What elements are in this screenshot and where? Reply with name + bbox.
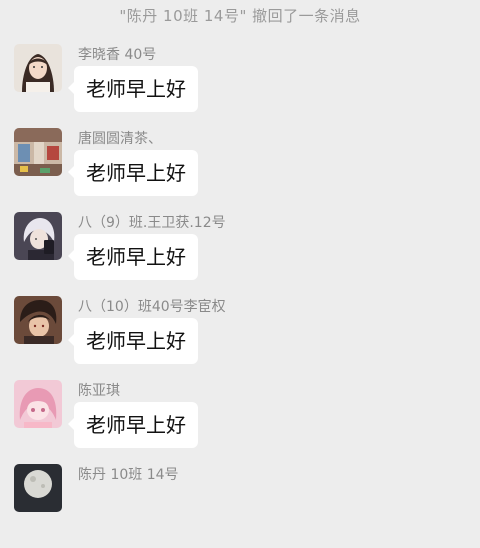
sender-name: 陈丹 10班 14号 xyxy=(78,467,179,483)
chat-message: 唐圆圆清茶、 老师早上好 xyxy=(14,128,474,212)
sender-name: 李晓香 40号 xyxy=(78,47,157,63)
message-bubble[interactable]: 老师早上好 xyxy=(68,150,198,196)
sender-name: 八（10）班40号李宦权 xyxy=(78,299,226,315)
moon-avatar[interactable] xyxy=(14,464,62,512)
recall-notice: "陈丹 10班 14号" 撤回了一条消息 xyxy=(119,7,361,25)
white-hair-character-avatar[interactable] xyxy=(14,212,62,260)
message-bubble[interactable]: 老师早上好 xyxy=(68,234,198,280)
chat-message: 八（9）班.王卫获.12号 老师早上好 xyxy=(14,212,474,296)
chat-message: 陈亚琪 老师早上好 xyxy=(14,380,474,464)
pink-anime-girl-avatar[interactable] xyxy=(14,380,62,428)
anime-boy-avatar[interactable] xyxy=(14,296,62,344)
sender-name: 唐圆圆清茶、 xyxy=(78,131,162,147)
sender-name: 陈亚琪 xyxy=(78,383,120,399)
chat-message: 陈丹 10班 14号 xyxy=(14,464,474,548)
girl-portrait-avatar[interactable] xyxy=(14,44,62,92)
message-bubble[interactable]: 老师早上好 xyxy=(68,402,198,448)
sender-name: 八（9）班.王卫获.12号 xyxy=(78,215,226,231)
chat-message: 李晓香 40号 老师早上好 xyxy=(14,44,474,128)
message-bubble[interactable]: 老师早上好 xyxy=(68,66,198,112)
room-photo-avatar[interactable] xyxy=(14,128,62,176)
message-bubble[interactable]: 老师早上好 xyxy=(68,318,198,364)
chat-message: 八（10）班40号李宦权 老师早上好 xyxy=(14,296,474,380)
